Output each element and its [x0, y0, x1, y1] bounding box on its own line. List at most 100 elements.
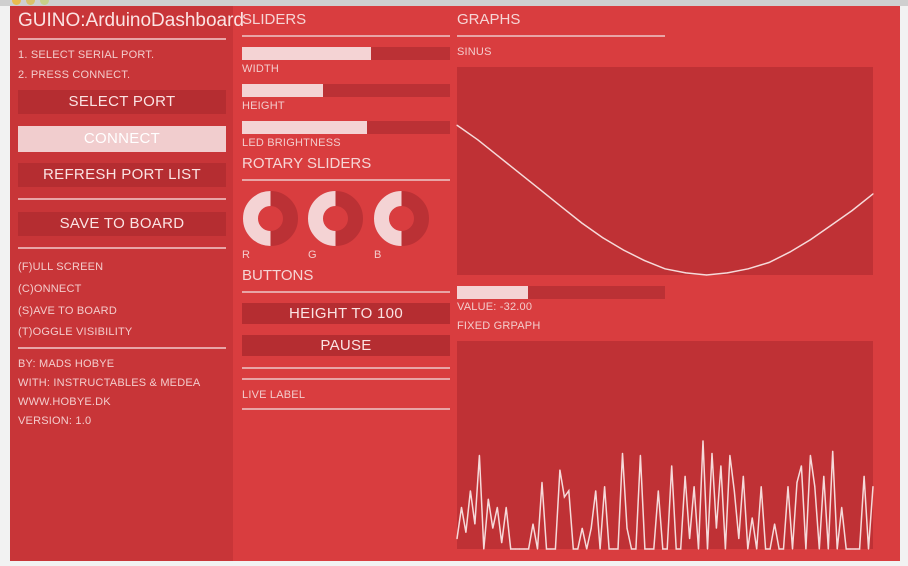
fixed-series-line-point	[653, 548, 655, 550]
fixed-series-line-point	[765, 548, 767, 550]
rotary-knob-fill	[308, 191, 337, 246]
fixed-series-line-point	[689, 538, 691, 540]
fixed-series-line-point	[791, 548, 794, 550]
save-to-board-button[interactable]: SAVE TO BOARD	[18, 212, 226, 236]
fixed-series-line-point	[559, 469, 561, 471]
fixed-series-line-point	[644, 548, 646, 550]
fixed-series-line-point	[528, 548, 530, 550]
window-minimize-dot[interactable]	[26, 0, 35, 5]
window-zoom-dot[interactable]	[40, 0, 49, 5]
fixed-series-line-point	[711, 452, 713, 454]
height-to-100-button[interactable]: HEIGHT TO 100	[242, 303, 450, 324]
fixed-series-line-point	[657, 490, 659, 492]
rotary-knob-r[interactable]	[242, 190, 299, 247]
fixed-series-line-point	[550, 548, 552, 550]
rotary-b-label: B	[374, 249, 382, 261]
dashboard-canvas: GUINO:ArduinoDashboard 1. SELECT SERIAL …	[10, 6, 900, 561]
divider	[457, 35, 665, 37]
width-slider-fill	[242, 47, 371, 60]
sinus-series-line-point	[622, 249, 624, 251]
divider	[242, 291, 450, 293]
fixed-series-line-point	[532, 523, 534, 525]
sinus-series-line-point	[539, 189, 541, 191]
fixed-graph-label: FIXED GRPAPH	[457, 320, 541, 332]
fixed-series-line-point	[787, 486, 789, 488]
rotary-knob-g[interactable]	[307, 190, 364, 247]
divider	[18, 347, 226, 349]
fixed-series-line-point	[626, 527, 628, 529]
fixed-series-line-point	[841, 506, 843, 508]
fixed-series-line-point	[648, 548, 650, 550]
credit-author: BY: MADS HOBYE	[18, 358, 115, 370]
fixed-series-line-point	[702, 440, 704, 442]
fixed-series-line-point	[487, 498, 489, 500]
sinus-series-line-point	[872, 193, 874, 195]
sliders-heading: SLIDERS	[242, 11, 307, 28]
refresh-port-list-button[interactable]: REFRESH PORT LIST	[18, 163, 226, 187]
fixed-series-line-point	[662, 548, 664, 550]
shortcut-connect: (C)ONNECT	[18, 283, 82, 295]
fixed-series-line-point	[613, 548, 615, 550]
fixed-series-line-point	[769, 548, 771, 550]
fixed-series-line-point	[608, 548, 610, 550]
fixed-series-line-point	[872, 486, 874, 488]
connect-button[interactable]: CONNECT	[18, 126, 226, 152]
value-bar-fill	[457, 286, 528, 299]
fixed-series-line-point	[505, 506, 507, 508]
fixed-series-line-point	[823, 475, 825, 477]
height-slider-label: HEIGHT	[242, 100, 285, 112]
sinus-series-line-point	[706, 274, 708, 276]
sinus-series-line-point	[747, 268, 749, 270]
fixed-series-line-point	[845, 548, 847, 550]
fixed-series-line-point	[460, 506, 463, 508]
credit-version: VERSION: 1.0	[18, 415, 92, 427]
rotary-knob-fill	[243, 191, 272, 246]
fixed-series-line-point	[756, 548, 758, 550]
buttons-heading: BUTTONS	[242, 267, 314, 284]
rotary-knob-fill	[374, 191, 403, 246]
divider	[242, 408, 450, 410]
divider	[242, 367, 450, 369]
pause-button[interactable]: PAUSE	[242, 335, 450, 356]
sinus-series-line-point	[768, 261, 770, 264]
fixed-series-line-point	[859, 548, 861, 550]
fixed-series-line-point	[706, 548, 709, 550]
fixed-series-line-point	[774, 523, 776, 525]
led-brightness-slider-fill	[242, 121, 367, 134]
fixed-series-line-point	[604, 486, 606, 488]
fixed-series-line-point	[630, 548, 633, 550]
fixed-series-line-point	[635, 548, 637, 550]
fixed-series-line-point	[563, 496, 565, 498]
fixed-series-line-point	[523, 548, 525, 550]
fixed-series-line-point	[474, 523, 476, 525]
divider	[242, 35, 450, 37]
width-slider[interactable]	[242, 47, 450, 60]
window-close-dot[interactable]	[12, 0, 21, 5]
led-brightness-slider[interactable]	[242, 121, 450, 134]
fixed-series-line-point	[586, 548, 588, 550]
fixed-series-line-point	[715, 527, 717, 529]
fixed-series-line-point	[514, 548, 516, 550]
fixed-series-line-point	[680, 548, 682, 550]
fixed-series-line-point	[760, 486, 762, 488]
sinus-series-line-point	[789, 251, 791, 253]
fixed-series-line-point	[671, 465, 673, 467]
rotary-knob-b[interactable]	[373, 190, 430, 247]
sinus-series-line-point	[477, 139, 479, 141]
select-port-button[interactable]: SELECT PORT	[18, 90, 226, 114]
fixed-series-line-point	[729, 454, 731, 456]
sinus-graph	[456, 124, 874, 276]
width-slider-label: WIDTH	[242, 63, 280, 75]
fixed-series-line-point	[742, 475, 744, 477]
fixed-series-line-point	[747, 548, 749, 550]
fixed-series-line-point	[483, 548, 485, 550]
value-bar	[457, 286, 665, 299]
height-slider[interactable]	[242, 84, 450, 97]
sinus-graph-label: SINUS	[457, 46, 492, 58]
fixed-series-line-point	[867, 548, 870, 550]
fixed-series-line-point	[675, 548, 677, 550]
fixed-series-line-point	[496, 506, 498, 508]
fixed-series-line-point	[478, 454, 480, 456]
shortcut-fullscreen: (F)ULL SCREEN	[18, 261, 104, 273]
fixed-series-line-point	[536, 548, 539, 550]
